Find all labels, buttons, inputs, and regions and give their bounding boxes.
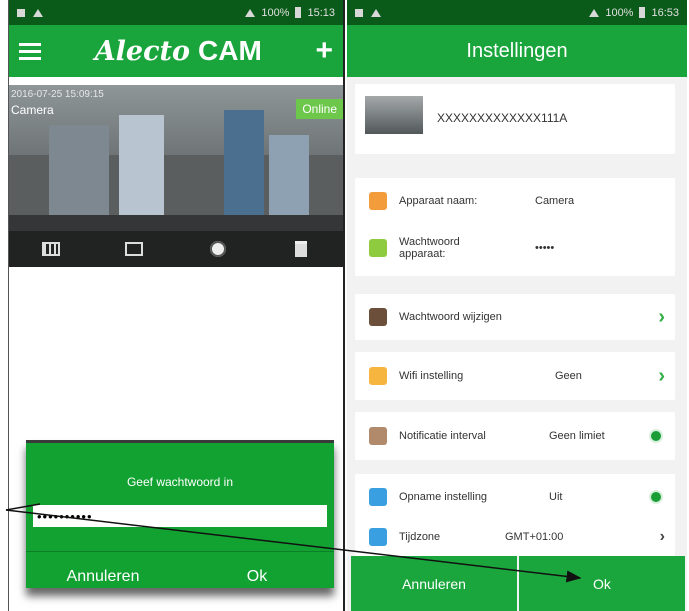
add-camera-button[interactable]: + — [315, 36, 333, 66]
app-title: CAM — [198, 35, 262, 66]
hamburger-menu-icon[interactable] — [19, 42, 41, 60]
chevron-right-icon: › — [659, 528, 665, 545]
dialog-title: Geef wachtwoord in — [126, 475, 234, 489]
device-name-icon — [369, 192, 387, 210]
lock-icon — [369, 308, 387, 326]
notification-value: Geen limiet — [549, 430, 605, 442]
clock-icon — [369, 528, 387, 546]
chevron-right-icon: › — [658, 305, 665, 328]
status-time: 16:53 — [651, 6, 679, 19]
dialog-cancel-button[interactable]: Annuleren — [26, 568, 180, 586]
battery-icon — [295, 7, 302, 18]
password-input[interactable] — [33, 505, 327, 527]
change-password-label: Wachtwoord wijzigen — [399, 311, 502, 323]
notification-label: Notificatie interval — [399, 430, 486, 442]
battery-percent: 100% — [261, 6, 290, 19]
timezone-label: Tijdzone — [399, 531, 441, 543]
wifi-icon — [369, 367, 387, 385]
device-name-value: Camera — [535, 195, 575, 207]
page-title: Instellingen — [347, 25, 687, 77]
signal-icon — [245, 8, 256, 17]
chevron-right-icon: › — [658, 364, 665, 387]
recording-row[interactable]: Opname instelling Uit — [355, 488, 675, 506]
battery-icon — [639, 7, 646, 18]
cancel-button[interactable]: Annuleren — [351, 556, 517, 611]
password-dialog: Geef wachtwoord in Annuleren Ok — [26, 440, 334, 588]
warning-icon — [371, 8, 381, 17]
status-time: 15:13 — [307, 6, 335, 19]
ok-button[interactable]: Ok — [519, 556, 685, 611]
alecto-logo: Alecto — [94, 36, 190, 67]
picture-icon[interactable] — [124, 241, 144, 257]
device-thumbnail — [365, 96, 423, 134]
timezone-row[interactable]: Tijdzone GMT+01:00 › — [355, 528, 675, 546]
warning-icon — [33, 8, 43, 17]
camera-name: Camera — [11, 103, 54, 117]
device-name-label: Apparaat naam: — [399, 195, 478, 207]
recording-label: Opname instelling — [399, 491, 488, 503]
grid-icon[interactable] — [41, 241, 61, 257]
notification-icon — [355, 8, 363, 17]
gear-icon[interactable] — [208, 241, 228, 257]
wifi-row[interactable]: Wifi instelling Geen › — [355, 352, 675, 400]
signal-icon — [589, 8, 600, 17]
battery-percent: 100% — [605, 6, 634, 19]
dialog-ok-button[interactable]: Ok — [180, 568, 334, 586]
change-password-row[interactable]: Wachtwoord wijzigen › — [355, 294, 675, 340]
recording-icon — [369, 488, 387, 506]
wifi-label: Wifi instelling — [399, 370, 464, 382]
camera-preview[interactable]: 2016-07-25 15:09:15 Camera Online — [9, 85, 343, 267]
lock-icon — [369, 239, 387, 257]
device-name-row[interactable]: Apparaat naam: Camera — [355, 192, 675, 210]
timezone-value: GMT+01:00 — [505, 531, 564, 543]
toggle-dot-icon — [651, 492, 661, 502]
device-password-row[interactable]: Wachtwoord apparaat: ••••• — [355, 236, 675, 260]
trash-icon[interactable] — [291, 241, 311, 257]
device-password-label: Wachtwoord apparaat: — [399, 236, 460, 260]
toggle-dot-icon — [651, 431, 661, 441]
status-bar: 100% 16:53 — [347, 0, 687, 25]
notification-row[interactable]: Notificatie interval Geen limiet — [355, 412, 675, 460]
recording-value: Uit — [549, 491, 563, 503]
online-status-badge: Online — [296, 99, 343, 119]
wifi-value: Geen — [555, 370, 582, 382]
camera-toolbar — [9, 231, 343, 267]
right-phone-screen: 100% 16:53 Instellingen XXXXXXXXXXXXX111… — [347, 0, 687, 611]
device-card: XXXXXXXXXXXXX111A — [355, 84, 675, 154]
device-info-card: Apparaat naam: Camera Wachtwoord apparaa… — [355, 178, 675, 276]
device-password-value: ••••• — [535, 242, 555, 254]
camera-timestamp: 2016-07-25 15:09:15 — [11, 89, 104, 100]
app-brand: Alecto CAM — [95, 35, 262, 67]
recording-card: Opname instelling Uit Tijdzone GMT+01:00… — [355, 474, 675, 556]
notification-interval-icon — [369, 427, 387, 445]
app-header: Alecto CAM + — [9, 25, 343, 77]
device-id: XXXXXXXXXXXXX111A — [437, 111, 568, 125]
status-bar: 100% 15:13 — [9, 0, 343, 25]
notification-icon — [17, 8, 25, 17]
bottom-button-bar: Annuleren Ok — [351, 556, 685, 611]
